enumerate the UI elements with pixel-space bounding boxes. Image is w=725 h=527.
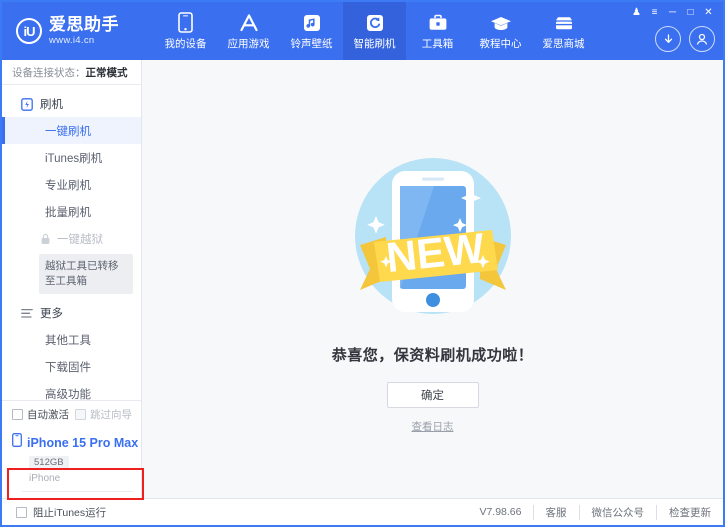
sidebar-item-label: 一键刷机 xyxy=(45,125,91,138)
sidebar-item-other-tools[interactable]: 其他工具 xyxy=(2,326,141,353)
auto-activate-checkbox[interactable] xyxy=(12,408,23,420)
minimize-icon[interactable]: ─ xyxy=(664,4,681,20)
phone-icon xyxy=(178,11,193,33)
sidebar-options: 自动激活 跳过向导 xyxy=(2,401,141,427)
nav-tab-label: 教程中心 xyxy=(479,38,522,50)
nav-tab-ringtones-wallpapers[interactable]: 铃声壁纸 xyxy=(280,2,343,60)
sidebar-item-one-key-jailbreak: 一键越狱 xyxy=(2,225,141,252)
appstore-icon xyxy=(238,11,260,33)
connected-device[interactable]: iPhone 15 Pro Max 512GB iPhone xyxy=(2,427,141,498)
nav-tab-toolbox[interactable]: 工具箱 xyxy=(406,2,469,60)
view-log-link[interactable]: 查看日志 xyxy=(412,419,454,434)
customer-service-link[interactable]: 客服 xyxy=(532,504,579,520)
status-bar-right: V7.98.66 客服 微信公众号 检查更新 xyxy=(479,504,711,520)
sidebar-item-label: iTunes刷机 xyxy=(45,152,103,165)
sidebar-bottom: 自动激活 跳过向导 iPhone 15 Pro Max 512GB iPhone xyxy=(2,400,141,498)
skip-setup-label: 跳过向导 xyxy=(90,408,132,421)
sidebar-section-label: 更多 xyxy=(40,308,63,321)
new-phone-badge-illustration: NEW xyxy=(340,148,526,334)
sidebar-item-label: 下载固件 xyxy=(45,361,91,374)
nav-tab-store[interactable]: 爱思商城 xyxy=(532,2,595,60)
sidebar-section-flash: 刷机 xyxy=(2,91,141,117)
sidebar-section-label: 刷机 xyxy=(40,99,63,111)
sidebar-item-label: 专业刷机 xyxy=(45,179,91,192)
nav-tab-label: 应用游戏 xyxy=(227,38,270,50)
confirm-button[interactable]: 确定 xyxy=(386,382,479,408)
sidebar-item-advanced-features[interactable]: 高级功能 xyxy=(2,380,141,400)
device-divider xyxy=(22,491,133,492)
nav-tab-tutorials[interactable]: 教程中心 xyxy=(469,2,532,60)
download-icon[interactable] xyxy=(655,26,681,52)
block-itunes-label: 阻止iTunes运行 xyxy=(33,506,107,519)
skip-setup-option: 跳过向导 xyxy=(75,407,132,422)
window-controls: ♟ ≡ ─ □ ✕ xyxy=(628,4,717,20)
app-header: iU 爱思助手 www.i4.cn 我的设备 应用游戏 铃声壁纸 智能刷机 工具… xyxy=(2,2,723,60)
toolbox-icon xyxy=(428,11,448,33)
app-body: 设备连接状态： 正常模式 刷机 一键刷机 iTunes刷机 专业刷机 批量刷机 … xyxy=(2,60,723,500)
refresh-icon xyxy=(366,11,384,33)
nav-tab-label: 工具箱 xyxy=(421,38,454,50)
music-icon xyxy=(303,11,321,33)
auto-activate-option[interactable]: 自动激活 xyxy=(12,407,69,422)
sidebar-section-more: 更多 xyxy=(2,300,141,326)
nav-tab-label: 智能刷机 xyxy=(353,38,396,50)
device-phone-icon xyxy=(12,433,22,452)
sidebar-item-label: 批量刷机 xyxy=(45,206,91,219)
sidebar-item-download-firmware[interactable]: 下载固件 xyxy=(2,353,141,380)
nav-tab-label: 铃声壁纸 xyxy=(290,38,333,50)
sidebar-item-one-key-flash[interactable]: 一键刷机 xyxy=(2,117,141,144)
block-itunes-checkbox[interactable] xyxy=(16,506,27,518)
graduation-icon xyxy=(490,11,512,33)
nav-tab-apps-games[interactable]: 应用游戏 xyxy=(217,2,280,60)
skin-icon[interactable]: ♟ xyxy=(628,4,645,20)
check-update-link[interactable]: 检查更新 xyxy=(656,504,711,520)
header-actions xyxy=(655,26,715,52)
sidebar-nav: 刷机 一键刷机 iTunes刷机 专业刷机 批量刷机 一键越狱 越狱工具已转移至… xyxy=(2,85,141,400)
nav-tab-label: 我的设备 xyxy=(164,38,207,50)
sidebar-item-itunes-flash[interactable]: iTunes刷机 xyxy=(2,144,141,171)
nav-tab-label: 爱思商城 xyxy=(542,38,585,50)
skip-setup-checkbox xyxy=(75,408,86,420)
status-bar: 阻止iTunes运行 V7.98.66 客服 微信公众号 检查更新 xyxy=(2,498,723,525)
device-capacity: 512GB xyxy=(29,456,69,469)
close-icon[interactable]: ✕ xyxy=(700,4,717,20)
logo-title: 爱思助手 xyxy=(49,15,119,35)
nav-tab-my-device[interactable]: 我的设备 xyxy=(154,2,217,60)
lock-icon xyxy=(39,233,51,245)
logo-mark-icon: iU xyxy=(16,18,42,44)
shop-icon xyxy=(553,11,575,33)
device-type: iPhone xyxy=(29,473,61,484)
success-message: 恭喜您，保资料刷机成功啦！ xyxy=(331,347,534,364)
app-window: iU 爱思助手 www.i4.cn 我的设备 应用游戏 铃声壁纸 智能刷机 工具… xyxy=(0,0,725,527)
main-content: NEW 恭喜您，保资料刷机成功啦！ 确定 查看日志 xyxy=(142,60,723,498)
block-itunes-option[interactable]: 阻止iTunes运行 xyxy=(16,505,106,520)
sidebar-item-label: 一键越狱 xyxy=(57,233,103,246)
device-name: iPhone 15 Pro Max xyxy=(27,435,139,450)
connection-status-label: 设备连接状态： xyxy=(12,66,86,79)
account-icon[interactable] xyxy=(689,26,715,52)
menu-icon[interactable]: ≡ xyxy=(646,4,663,20)
connection-status-value: 正常模式 xyxy=(85,66,128,79)
sidebar-item-label: 其他工具 xyxy=(45,334,91,347)
wechat-official-link[interactable]: 微信公众号 xyxy=(578,504,657,520)
sidebar-item-pro-flash[interactable]: 专业刷机 xyxy=(2,171,141,198)
connection-status: 设备连接状态： 正常模式 xyxy=(2,60,141,85)
flash-phone-icon xyxy=(20,97,33,111)
jailbreak-moved-tooltip: 越狱工具已转移至工具箱 xyxy=(39,254,133,295)
version-label: V7.98.66 xyxy=(479,506,522,518)
app-logo: iU 爱思助手 www.i4.cn xyxy=(2,2,142,60)
logo-subtitle: www.i4.cn xyxy=(49,34,95,46)
list-icon xyxy=(20,307,33,320)
maximize-icon[interactable]: □ xyxy=(682,4,699,20)
auto-activate-label: 自动激活 xyxy=(27,408,69,421)
sidebar: 设备连接状态： 正常模式 刷机 一键刷机 iTunes刷机 专业刷机 批量刷机 … xyxy=(2,60,144,500)
nav-tab-smart-flash[interactable]: 智能刷机 xyxy=(343,2,406,60)
sidebar-item-label: 高级功能 xyxy=(45,388,91,400)
main-nav: 我的设备 应用游戏 铃声壁纸 智能刷机 工具箱 教程中心 爱思商城 xyxy=(154,2,595,60)
sidebar-item-batch-flash[interactable]: 批量刷机 xyxy=(2,198,141,225)
